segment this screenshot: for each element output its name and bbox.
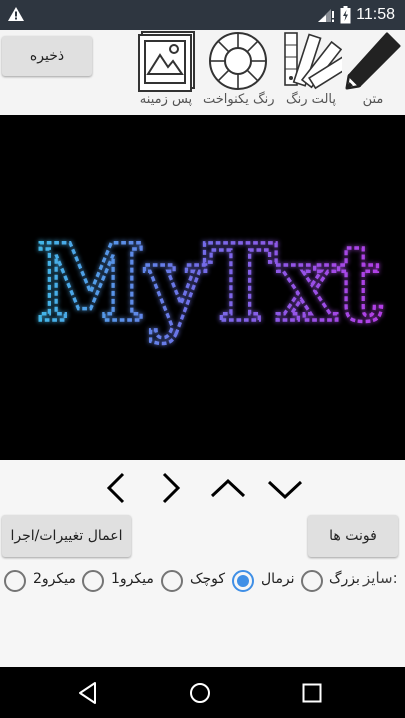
tool-palette[interactable]: پالت رنگ xyxy=(280,30,342,108)
size-label: سایز: xyxy=(363,569,398,587)
radio-large[interactable] xyxy=(301,570,323,592)
swatches-icon xyxy=(284,32,342,90)
status-bar: 11:58 xyxy=(0,0,405,30)
image-icon xyxy=(138,31,195,92)
color-wheel-icon xyxy=(209,32,267,90)
tool-background[interactable]: پس زمینه xyxy=(135,30,197,108)
size-option-micro2[interactable]: میکرو2 xyxy=(4,568,80,592)
battery-icon xyxy=(340,6,351,24)
tool-label-solid-color: رنگ یکنواخت xyxy=(203,92,275,107)
size-option-label: بزرگ xyxy=(329,571,360,587)
size-option-micro1[interactable]: میکرو1 xyxy=(82,568,158,592)
recents-icon[interactable] xyxy=(300,681,324,705)
down-arrow-icon[interactable] xyxy=(265,468,305,508)
signal-icon xyxy=(318,9,335,22)
right-arrow-icon[interactable] xyxy=(150,468,190,508)
warning-icon xyxy=(8,7,24,21)
preview-text: MyTxt xyxy=(34,218,384,347)
save-button[interactable]: ذخیره xyxy=(2,36,92,76)
tool-label-palette: پالت رنگ xyxy=(286,92,336,107)
size-option-label: کوچک xyxy=(190,571,226,587)
radio-micro1[interactable] xyxy=(82,570,104,592)
tool-text[interactable]: متن xyxy=(343,30,403,108)
navigation-bar xyxy=(0,667,405,718)
up-arrow-icon[interactable] xyxy=(208,468,248,508)
preview-text-glyphs: MyTxt xyxy=(36,220,382,345)
pencil-icon xyxy=(345,32,401,90)
clock: 11:58 xyxy=(356,6,395,23)
tool-solid-color[interactable]: رنگ یکنواخت xyxy=(203,30,275,108)
tool-label-background: پس زمینه xyxy=(139,92,193,107)
size-option-label: نرمال xyxy=(261,571,295,587)
size-selector: سایز: بزرگ نرمال کوچک میکرو1 میکرو2 xyxy=(0,566,405,594)
radio-small[interactable] xyxy=(161,570,183,592)
radio-normal[interactable] xyxy=(232,570,254,592)
size-option-large[interactable]: بزرگ xyxy=(301,568,361,592)
preview-canvas[interactable]: MyTxt xyxy=(0,115,405,460)
radio-micro2[interactable] xyxy=(4,570,26,592)
size-option-normal[interactable]: نرمال xyxy=(232,568,298,592)
controls-panel: اعمال تغییرات/اجرا فونت ها سایز: بزرگ نر… xyxy=(0,460,405,667)
size-option-small[interactable]: کوچک xyxy=(161,568,229,592)
tool-label-text: متن xyxy=(362,92,384,107)
size-option-label: میکرو1 xyxy=(111,571,154,587)
left-arrow-icon[interactable] xyxy=(97,468,137,508)
size-option-label: میکرو2 xyxy=(33,571,76,587)
apply-button[interactable]: اعمال تغییرات/اجرا xyxy=(2,515,131,557)
home-icon[interactable] xyxy=(188,681,212,705)
toolbar: ذخیره پس زمینه رنگ یکنواخت پالت رنگ متن xyxy=(0,30,405,115)
back-icon[interactable] xyxy=(76,681,100,705)
fonts-button[interactable]: فونت ها xyxy=(308,515,398,557)
